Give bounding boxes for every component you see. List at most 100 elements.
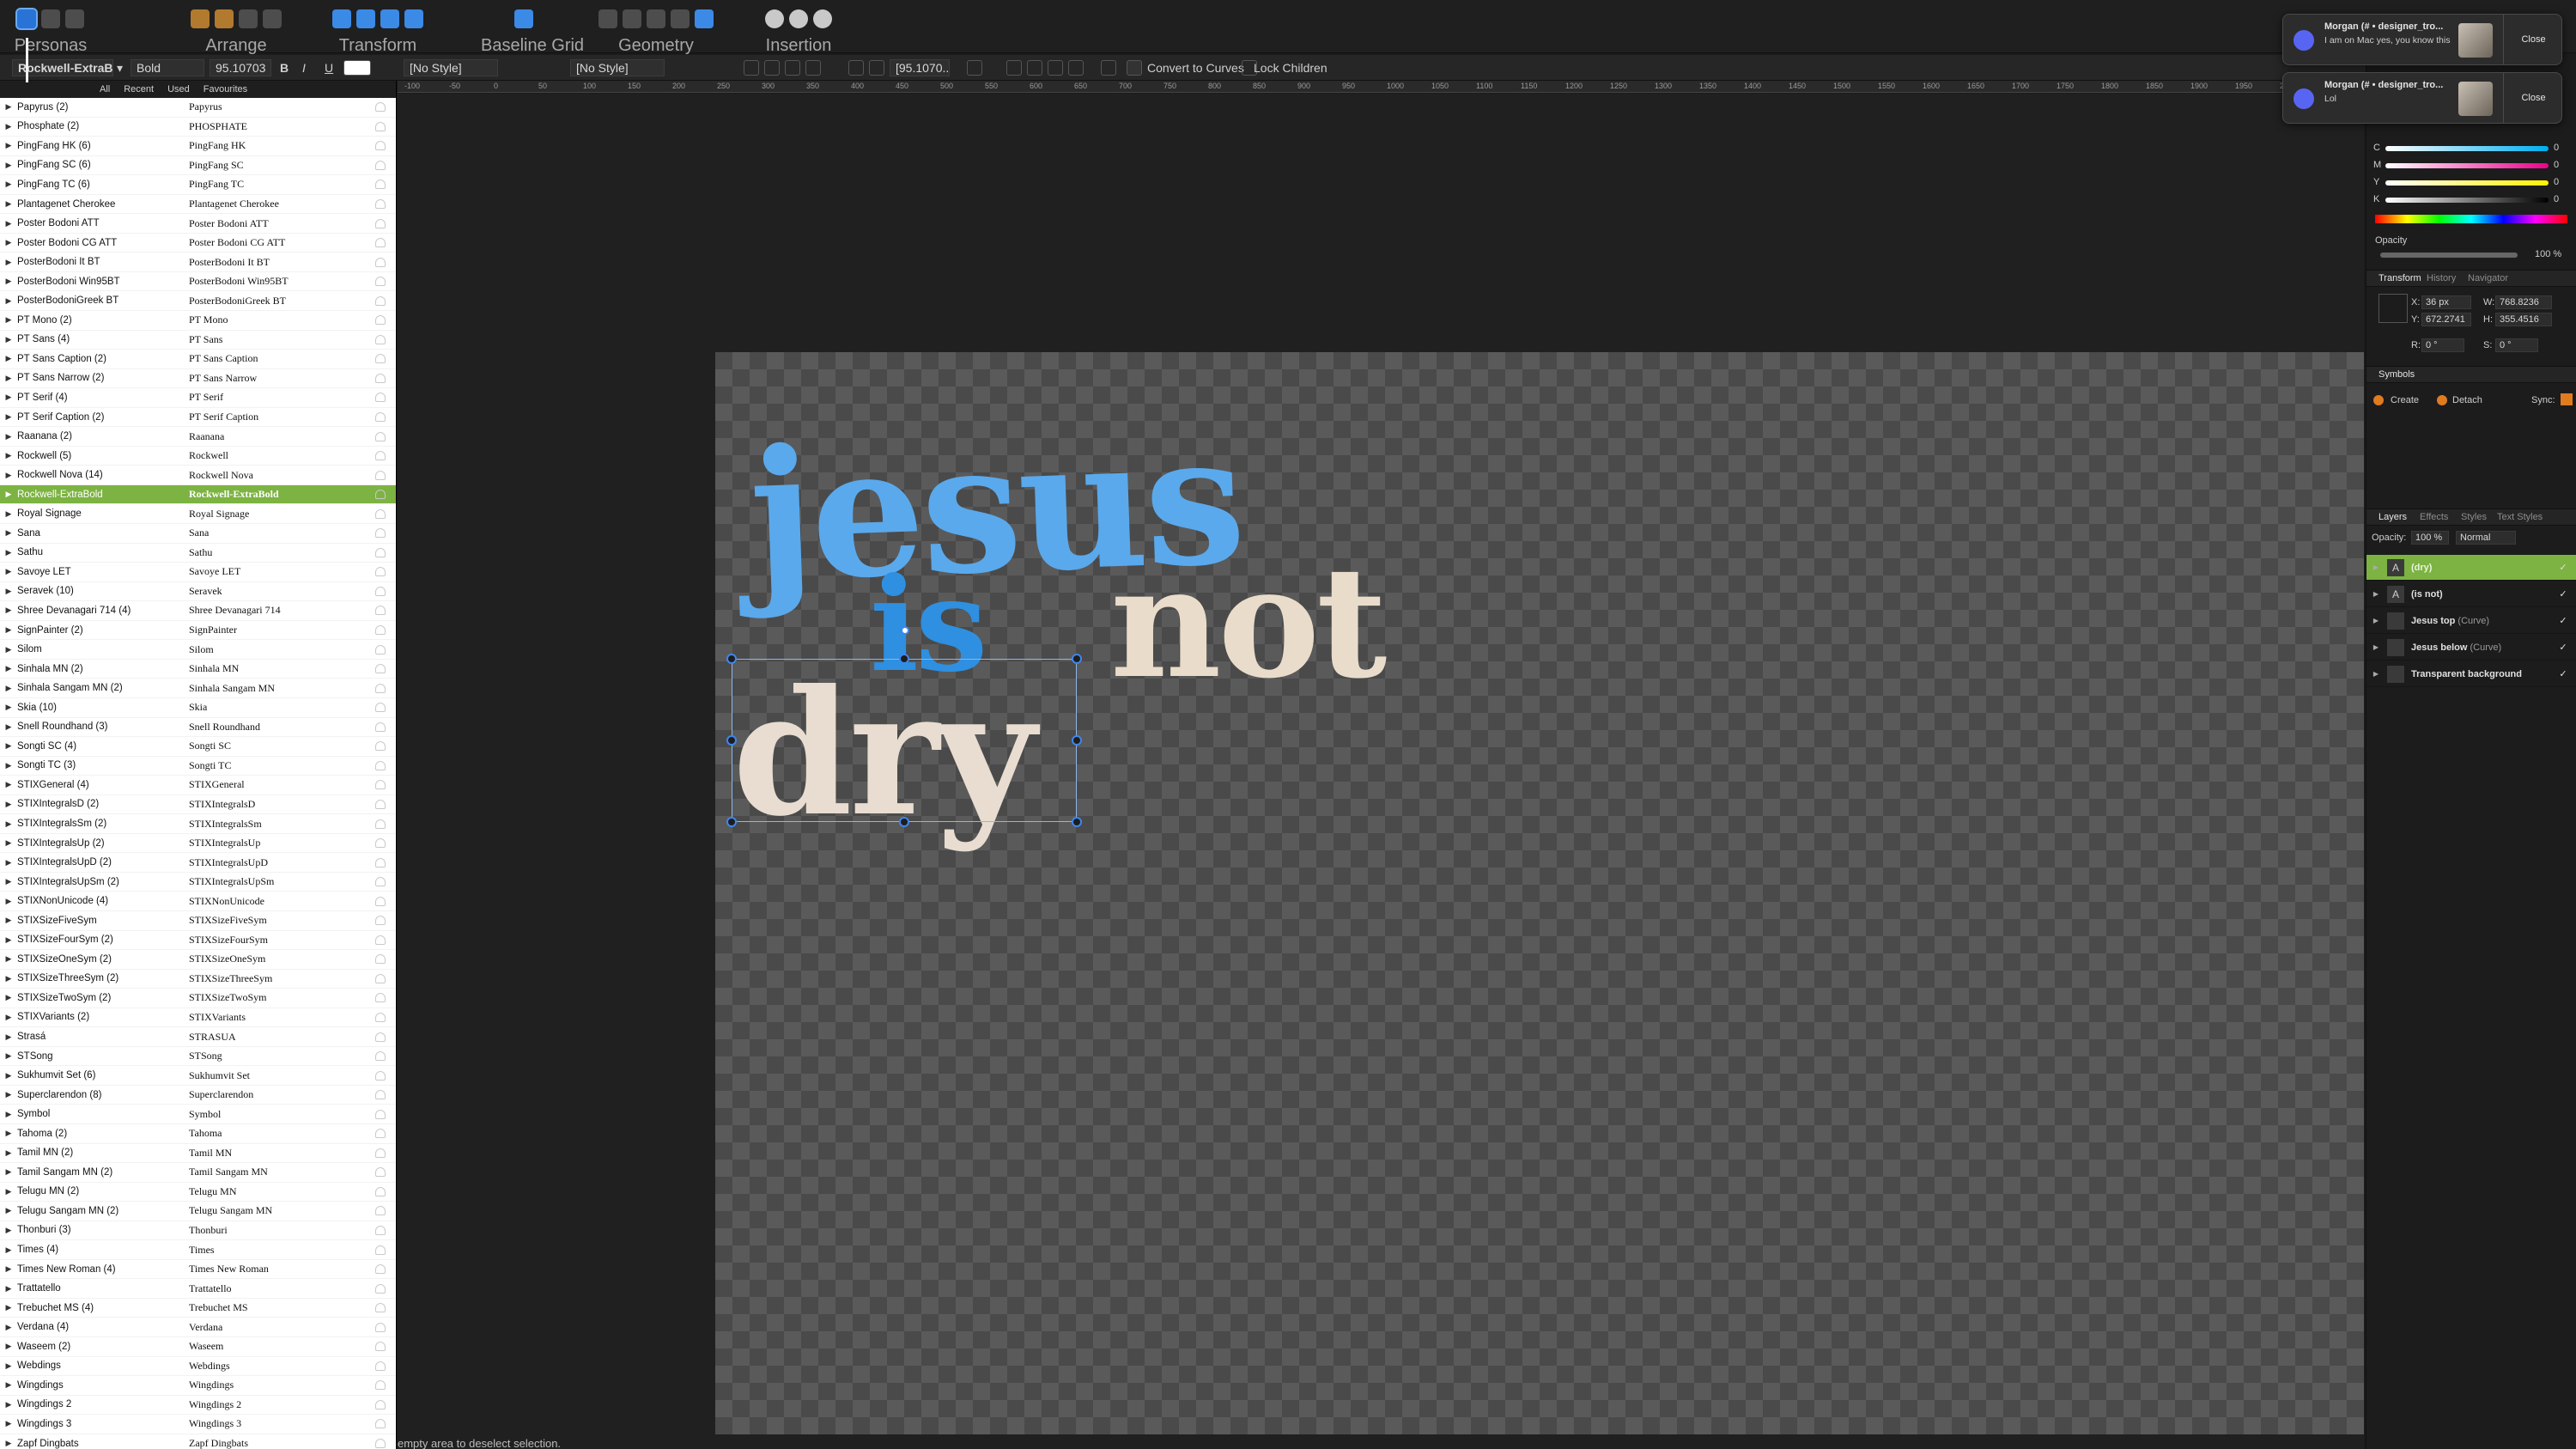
xor-icon[interactable] [671,9,690,28]
favourite-heart-icon[interactable] [375,218,386,228]
ligature-icon[interactable] [967,60,982,76]
layer-visibility-check[interactable]: ✓ [2558,642,2568,653]
font-list-item[interactable]: ▶ Savoye LET Savoye LET [0,563,396,582]
expand-arrow-icon[interactable]: ▶ [0,451,17,460]
font-list-item[interactable]: ▶ Songti TC (3) Songti TC [0,757,396,776]
font-list-item[interactable]: ▶ Sana Sana [0,524,396,544]
font-list-item[interactable]: ▶ PT Sans Caption (2) PT Sans Caption [0,350,396,369]
selection-handle-mr[interactable] [1072,735,1082,746]
font-list-item[interactable]: ▶ Sukhumvit Set (6) Sukhumvit Set [0,1066,396,1086]
rotate-right-icon[interactable] [404,9,423,28]
numbering-icon[interactable] [869,60,884,76]
w-field[interactable]: 768.8236 [2495,295,2552,309]
favourite-heart-icon[interactable] [375,257,386,267]
font-list-item[interactable]: ▶ STIXIntegralsUp (2) STIXIntegralsUp [0,834,396,854]
move-to-back-icon[interactable] [191,9,210,28]
insert-top-icon[interactable] [813,9,832,28]
favourite-heart-icon[interactable] [375,799,386,809]
favourite-heart-icon[interactable] [375,547,386,557]
favourite-heart-icon[interactable] [375,1380,386,1391]
expand-arrow-icon[interactable]: ▶ [0,1032,17,1042]
expand-arrow-icon[interactable]: ▶ [0,548,17,557]
notification-2[interactable]: Morgan (# • designer_tro... Lol Close [2282,72,2562,124]
font-list-item[interactable]: ▶ PosterBodoni It BT PosterBodoni It BT [0,253,396,272]
notification-1[interactable]: Morgan (# • designer_tro... I am on Mac … [2282,14,2562,65]
move-back-one-icon[interactable] [215,9,234,28]
favourite-heart-icon[interactable] [375,393,386,403]
favourite-heart-icon[interactable] [375,1264,386,1275]
expand-arrow-icon[interactable]: ▶ [0,199,17,209]
font-list-item[interactable]: ▶ Webdings Webdings [0,1357,396,1377]
expand-arrow-icon[interactable]: ▶ [0,567,17,576]
font-list-item[interactable]: ▶ Thonburi (3) Thonburi [0,1221,396,1241]
favourite-heart-icon[interactable] [375,703,386,713]
k-slider[interactable] [2385,198,2549,203]
favourite-heart-icon[interactable] [375,508,386,519]
expand-arrow-icon[interactable]: ▶ [0,1090,17,1099]
create-symbol-button[interactable]: Create [2391,395,2419,405]
expand-arrow-icon[interactable]: ▶ [0,1303,17,1312]
favourite-heart-icon[interactable] [375,877,386,887]
expand-arrow-icon[interactable]: ▶ [0,258,17,267]
font-list-item[interactable]: ▶ Poster Bodoni ATT Poster Bodoni ATT [0,214,396,234]
flip-horizontal-icon[interactable] [332,9,351,28]
font-list-item[interactable]: ▶ Royal Signage Royal Signage [0,504,396,525]
layer-row[interactable]: ▶ Jesus top (Curve) ✓ [2366,608,2576,634]
rotation-handle[interactable] [901,626,909,635]
expand-arrow-icon[interactable]: ▶ [0,393,17,402]
favourite-heart-icon[interactable] [375,780,386,790]
expand-arrow-icon[interactable]: ▶ [0,974,17,983]
blend-mode-select[interactable]: Normal [2456,531,2516,545]
favourite-heart-icon[interactable] [375,683,386,693]
favourite-heart-icon[interactable] [375,644,386,654]
opacity-value[interactable]: 100 % [2535,249,2561,259]
font-list-item[interactable]: ▶ Snell Roundhand (3) Snell Roundhand [0,718,396,738]
bold-button[interactable]: B [280,61,289,75]
font-list-item[interactable]: ▶ Superclarendon (8) Superclarendon [0,1086,396,1105]
layer-opacity-field[interactable]: 100 % [2411,531,2449,545]
favourite-heart-icon[interactable] [375,664,386,674]
font-list-item[interactable]: ▶ Sathu Sathu [0,544,396,563]
expand-arrow-icon[interactable]: ▶ [0,819,17,829]
notification-close-button[interactable]: Close [2503,15,2563,64]
expand-arrow-icon[interactable]: ▶ [0,684,17,693]
favourite-heart-icon[interactable] [375,1109,386,1119]
expand-arrow-icon[interactable]: ▶ [0,102,17,112]
expand-arrow-icon[interactable]: ▶ [0,490,17,499]
font-list-item[interactable]: ▶ PingFang HK (6) PingFang HK [0,137,396,156]
favourite-heart-icon[interactable] [375,1129,386,1139]
italic-button[interactable]: I [302,61,306,75]
x-field[interactable]: 36 px [2421,295,2471,309]
favourite-heart-icon[interactable] [375,1148,386,1158]
tab-effects[interactable]: Effects [2420,512,2448,522]
font-list-item[interactable]: ▶ PosterBodoni Win95BT PosterBodoni Win95B… [0,272,396,292]
favourite-heart-icon[interactable] [375,121,386,131]
layer-visibility-check[interactable]: ✓ [2558,669,2568,679]
font-list-item[interactable]: ▶ Wingdings 2 Wingdings 2 [0,1396,396,1416]
layer-expand-icon[interactable]: ▶ [2370,670,2382,678]
font-list-item[interactable]: ▶ Tahoma (2) Tahoma [0,1124,396,1144]
favourite-heart-icon[interactable] [375,993,386,1003]
favourite-heart-icon[interactable] [375,490,386,500]
y-value[interactable]: 0 [2554,177,2559,187]
snap-grid-icon[interactable] [1027,60,1042,76]
font-list-item[interactable]: ▶ Sinhala MN (2) Sinhala MN [0,660,396,679]
expand-arrow-icon[interactable]: ▶ [0,800,17,809]
expand-arrow-icon[interactable]: ▶ [0,509,17,519]
font-list-item[interactable]: ▶ Trattatello Trattatello [0,1279,396,1299]
font-list-item[interactable]: ▶ PT Mono (2) PT Mono [0,311,396,331]
paragraph-style-field[interactable]: [No Style] [570,59,665,76]
tab-all[interactable]: All [100,84,110,94]
expand-arrow-icon[interactable]: ▶ [0,761,17,770]
favourite-heart-icon[interactable] [375,567,386,577]
insert-inside-icon[interactable] [765,9,784,28]
font-list-item[interactable]: ▶ Symbol Symbol [0,1105,396,1124]
subtract-icon[interactable] [623,9,641,28]
font-list-item[interactable]: ▶ Zapf Dingbats Zapf Dingbats [0,1434,396,1449]
favourite-heart-icon[interactable] [375,470,386,480]
font-list-item[interactable]: ▶ STIXSizeOneSym (2) STIXSizeOneSym [0,950,396,970]
selection-handle-tl[interactable] [726,654,737,664]
expand-arrow-icon[interactable]: ▶ [0,354,17,363]
expand-arrow-icon[interactable]: ▶ [0,1361,17,1371]
k-value[interactable]: 0 [2554,194,2559,204]
